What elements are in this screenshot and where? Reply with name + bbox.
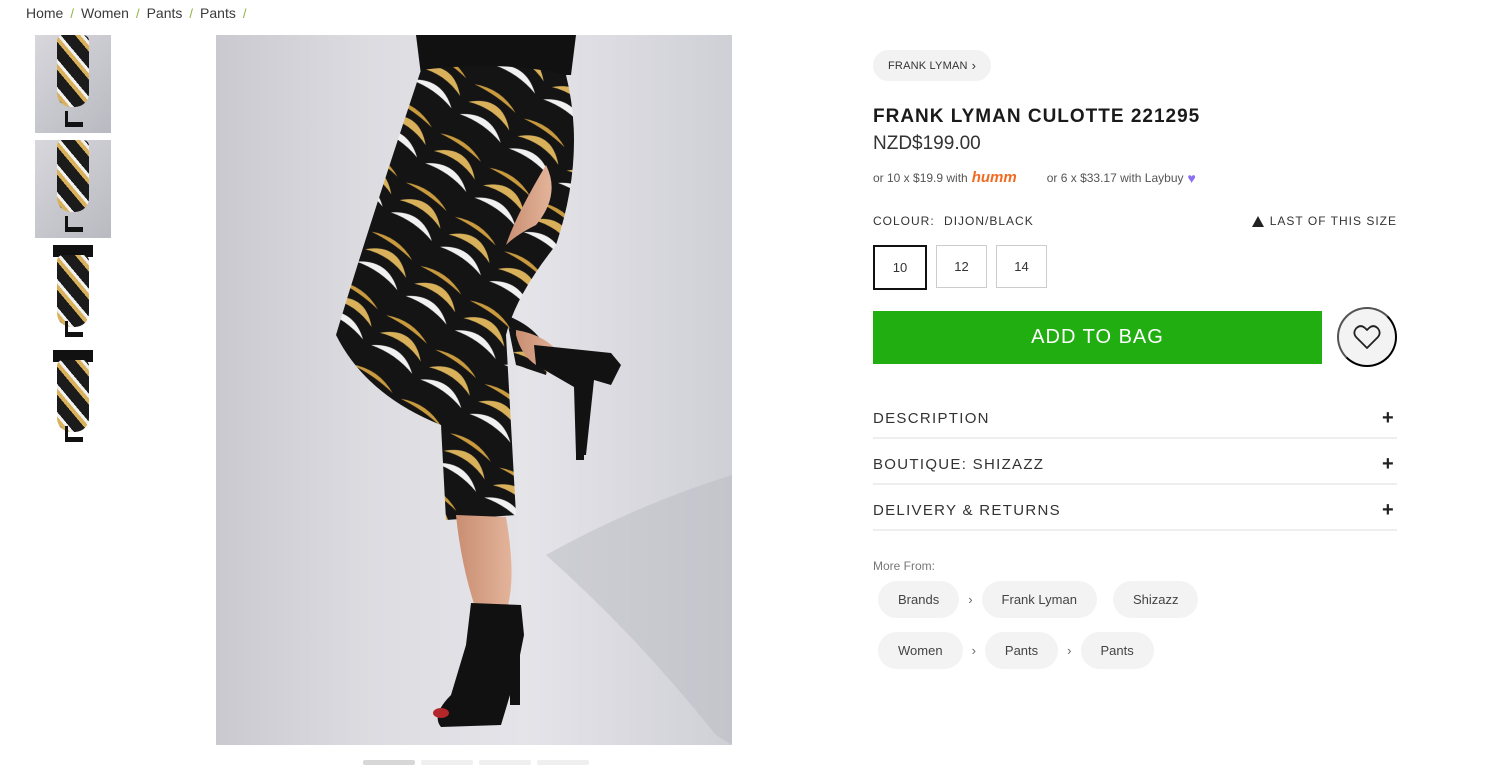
size-option-10[interactable]: 10 — [873, 245, 927, 290]
accordion-description[interactable]: DESCRIPTION + — [873, 393, 1397, 439]
thumbnail-shoe-shape — [65, 111, 83, 127]
chip-pants[interactable]: Pants — [984, 632, 1059, 669]
thumbnail-list — [35, 35, 111, 455]
wishlist-button[interactable] — [1337, 307, 1397, 367]
colour-info: COLOUR: DIJON/BLACK — [873, 214, 1034, 228]
breadcrumb-separator: / — [135, 5, 140, 21]
chip-shizazz[interactable]: Shizazz — [1112, 581, 1199, 618]
chevron-right-icon: › — [971, 58, 977, 73]
pagination-dot-3[interactable] — [479, 760, 531, 765]
product-info-panel: FRANK LYMAN › FRANK LYMAN CULOTTE 221295… — [873, 50, 1397, 669]
humm-installments-text: or 10 x $19.9 with — [873, 170, 968, 185]
pagination-dot-1[interactable] — [363, 760, 415, 765]
breadcrumb: Home / Women / Pants / Pants / — [26, 5, 253, 21]
plus-icon: + — [1382, 452, 1395, 475]
product-price: NZD$199.00 — [873, 133, 981, 154]
product-accordion: DESCRIPTION + BOUTIQUE: SHIZAZZ + DELIVE… — [873, 393, 1397, 531]
colour-value: DIJON/BLACK — [944, 214, 1034, 228]
stock-warning: LAST OF THIS SIZE — [1251, 214, 1397, 228]
payment-options: or 10 x $19.9 with humm or 6 x $33.17 wi… — [873, 169, 1397, 186]
accordion-boutique[interactable]: BOUTIQUE: SHIZAZZ + — [873, 439, 1397, 485]
size-option-14[interactable]: 14 — [996, 245, 1047, 288]
purchase-actions: ADD TO BAG — [873, 307, 1397, 367]
thumbnail-pants-shape — [57, 35, 89, 107]
warning-icon — [1251, 215, 1264, 227]
thumbnail-shoe-shape — [65, 216, 83, 232]
thumbnail-1[interactable] — [35, 35, 111, 133]
thumbnail-3[interactable] — [35, 245, 111, 343]
more-from-chips-row-1: Brands › Frank Lyman Shizazz — [873, 581, 1397, 618]
accordion-delivery-returns[interactable]: DELIVERY & RETURNS + — [873, 485, 1397, 531]
breadcrumb-separator: / — [70, 5, 74, 21]
product-title: FRANK LYMAN CULOTTE 221295 — [873, 106, 1201, 127]
chevron-right-icon: › — [968, 592, 973, 607]
more-from-chips-row-2: Women › Pants › Pants — [873, 632, 1397, 669]
size-selector: 10 12 14 — [873, 245, 1397, 290]
add-to-bag-button[interactable]: ADD TO BAG — [873, 310, 1322, 364]
colour-label: COLOUR: — [873, 214, 935, 228]
breadcrumb-separator: / — [189, 5, 194, 21]
main-product-image[interactable] — [216, 35, 732, 745]
brand-pill-link[interactable]: FRANK LYMAN › — [873, 50, 992, 81]
chevron-right-icon: › — [971, 643, 976, 658]
accordion-label: DESCRIPTION — [873, 409, 990, 427]
chip-pants-sub[interactable]: Pants — [1080, 632, 1154, 669]
thumbnail-pants-shape — [57, 140, 89, 212]
laybuy-installments-text: or 6 x $33.17 with Laybuy — [1046, 170, 1184, 185]
chip-frank-lyman[interactable]: Frank Lyman — [981, 581, 1097, 618]
thumbnail-2[interactable] — [35, 140, 111, 238]
chip-brands[interactable]: Brands — [878, 581, 960, 618]
thumbnail-shoe-shape — [65, 321, 83, 337]
thumbnail-pants-shape — [57, 360, 89, 432]
thumbnail-4[interactable] — [35, 350, 111, 448]
breadcrumb-pants-sub[interactable]: Pants — [200, 5, 236, 21]
breadcrumb-home[interactable]: Home — [26, 5, 63, 21]
pagination-dot-4[interactable] — [537, 760, 589, 765]
size-option-12[interactable]: 12 — [936, 245, 987, 288]
brand-pill-label: FRANK LYMAN — [888, 59, 968, 72]
gallery-pagination — [363, 760, 589, 765]
more-from-label: More From: — [873, 559, 936, 573]
colour-row: COLOUR: DIJON/BLACK LAST OF THIS SIZE — [873, 214, 1397, 228]
plus-icon: + — [1382, 498, 1395, 521]
heart-icon — [1353, 325, 1381, 349]
product-photo-illustration — [336, 35, 732, 745]
breadcrumb-women[interactable]: Women — [81, 5, 129, 21]
pagination-dot-2[interactable] — [421, 760, 473, 765]
thumbnail-shoe-shape — [65, 426, 83, 442]
stock-warning-text: LAST OF THIS SIZE — [1269, 214, 1397, 228]
accordion-label: BOUTIQUE: SHIZAZZ — [873, 455, 1045, 473]
chevron-right-icon: › — [1067, 643, 1072, 658]
humm-logo-icon[interactable]: humm — [972, 169, 1017, 186]
thumbnail-pants-shape — [57, 255, 89, 327]
chip-women[interactable]: Women — [878, 632, 963, 669]
plus-icon: + — [1382, 406, 1395, 429]
breadcrumb-separator: / — [242, 5, 247, 21]
breadcrumb-pants[interactable]: Pants — [147, 5, 183, 21]
laybuy-heart-icon[interactable]: ♥ — [1188, 170, 1196, 186]
accordion-label: DELIVERY & RETURNS — [873, 501, 1061, 519]
